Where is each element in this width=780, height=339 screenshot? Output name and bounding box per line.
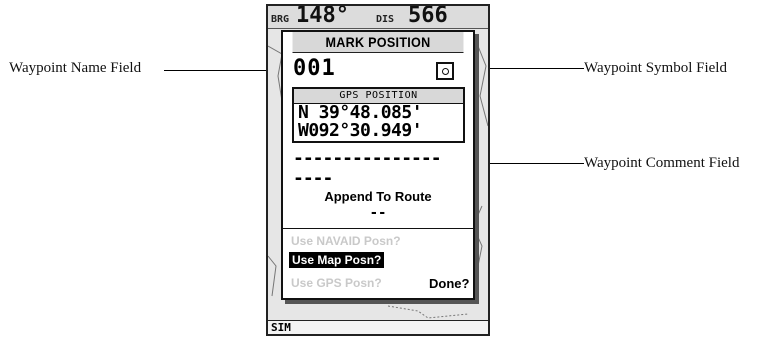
append-to-route-label: Append To Route — [324, 189, 432, 204]
append-to-route-field[interactable]: -- — [283, 205, 473, 221]
distance-value: 566 — [408, 4, 448, 28]
waypoint-comment-leader — [480, 163, 584, 164]
distance-label: DIS — [376, 14, 395, 25]
waypoint-name-callout: Waypoint Name Field — [9, 60, 142, 76]
bearing-label: BRG — [271, 14, 290, 25]
waypoint-comment-field-line2[interactable]: ---- — [293, 170, 333, 188]
options-divider — [283, 228, 473, 229]
gps-position-box: GPS POSITION N 39°48.085' W092°30.949' — [292, 87, 465, 143]
gps-device-screen: BRG 148° DIS 566 MARK POSITION 001 GPS P… — [266, 4, 490, 336]
done-button[interactable]: Done? — [429, 276, 469, 291]
waypoint-name-field[interactable]: 001 — [293, 56, 336, 81]
waypoint-symbol-field[interactable] — [436, 62, 454, 80]
navigation-data-strip: BRG 148° DIS 566 — [268, 6, 488, 29]
bearing-value: 148° — [296, 4, 349, 28]
dialog-title: MARK POSITION — [292, 32, 464, 53]
waypoint-name-leader — [164, 70, 274, 71]
use-navaid-posn-option[interactable]: Use NAVAID Posn? — [291, 234, 401, 248]
status-bar: SIM — [268, 320, 488, 334]
waypoint-comment-callout: Waypoint Comment Field — [584, 155, 740, 171]
waypoint-symbol-leader — [475, 68, 584, 69]
use-map-posn-option[interactable]: Use Map Posn? — [289, 252, 385, 268]
small-circle-icon — [441, 67, 449, 75]
waypoint-symbol-callout: Waypoint Symbol Field — [584, 60, 727, 76]
waypoint-comment-field[interactable]: --------------- — [293, 150, 442, 168]
mark-position-dialog: MARK POSITION 001 GPS POSITION N 39°48.0… — [281, 30, 475, 300]
use-gps-posn-option[interactable]: Use GPS Posn? — [291, 276, 382, 290]
longitude-field[interactable]: W092°30.949' — [294, 122, 463, 140]
